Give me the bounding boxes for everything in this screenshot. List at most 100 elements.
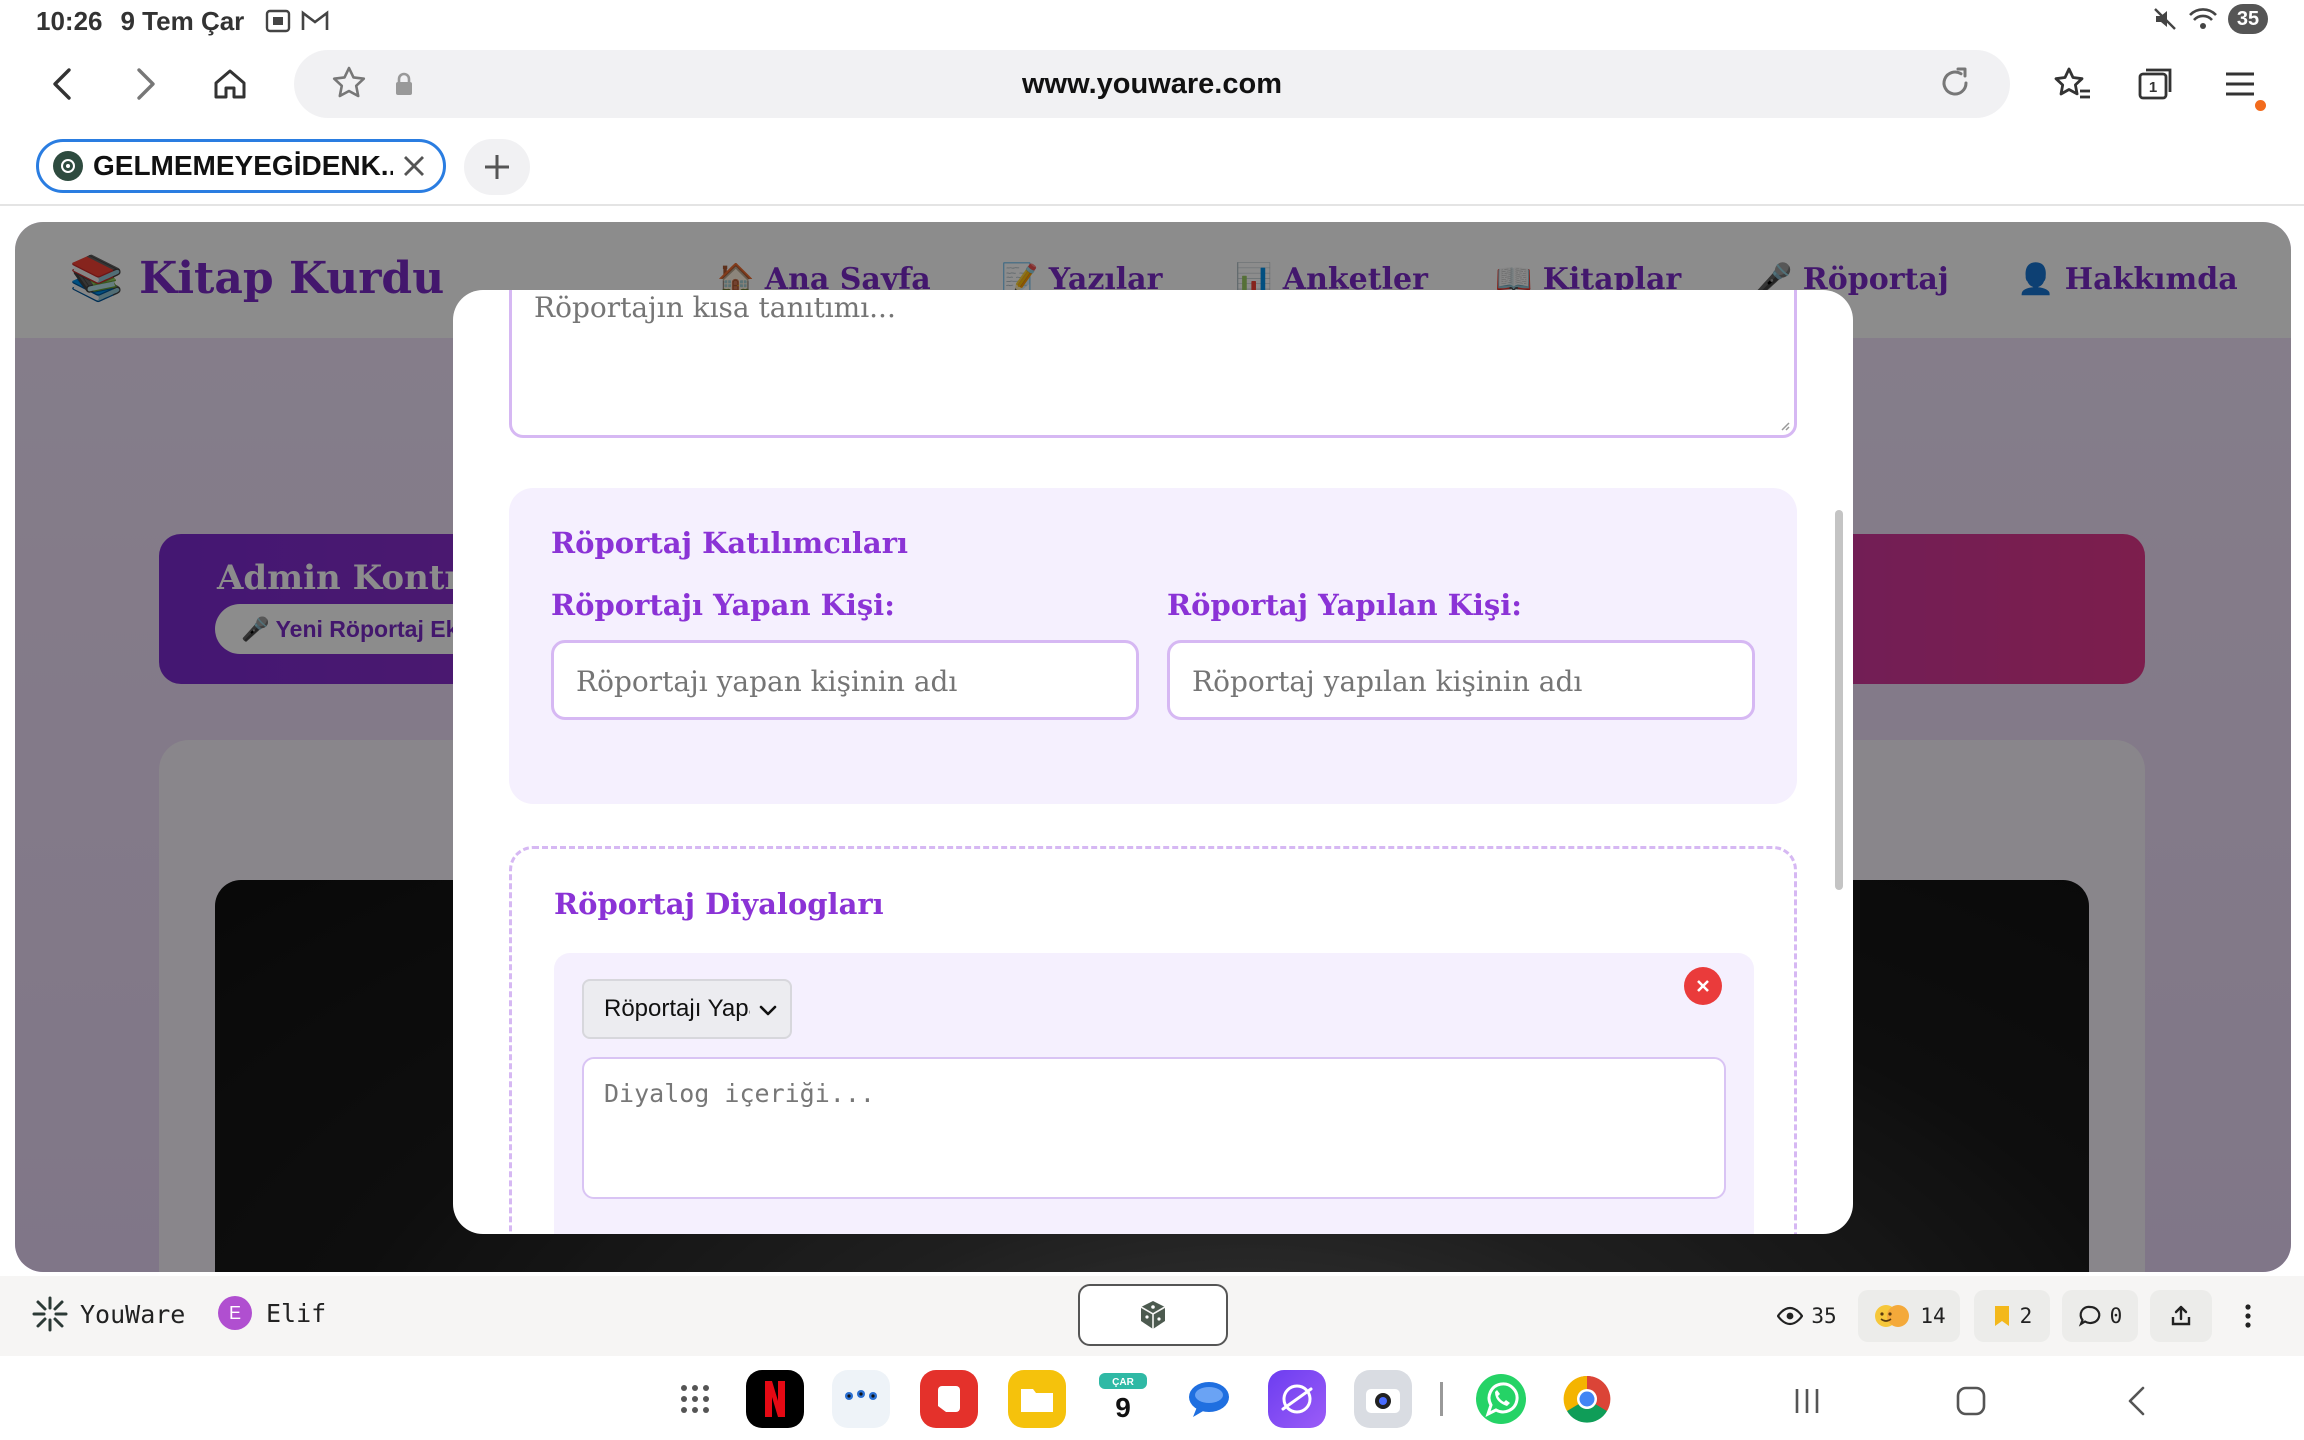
notes-icon (938, 1386, 960, 1412)
notes-app[interactable] (920, 1370, 978, 1428)
intro-textarea[interactable]: Röportajın kısa tanıtımı... (509, 290, 1797, 438)
battery-indicator: 35 (2228, 4, 2268, 34)
user-name: Elif (266, 1298, 327, 1328)
bookmarks-count: 2 (2019, 1304, 2033, 1328)
home-button[interactable] (198, 52, 262, 116)
more-vertical-icon (2245, 1304, 2251, 1328)
bookmarks-list-icon (2054, 67, 2090, 99)
tab-favicon-icon (53, 151, 83, 181)
speaker-select-value: Röportajı Yapan (604, 995, 750, 1022)
tab-title: GELMEMEYEGİDENK... (93, 150, 393, 181)
forward-icon (137, 68, 155, 100)
back-button[interactable] (30, 52, 94, 116)
home-icon (214, 69, 246, 99)
mute-icon (2152, 6, 2178, 32)
reload-icon[interactable] (1936, 64, 1974, 102)
interviewer-input[interactable]: Röportajı yapan kişinin adı (551, 640, 1139, 720)
status-time: 10:26 (36, 5, 103, 36)
whatsapp-icon (1476, 1374, 1526, 1424)
dice-icon (1140, 1301, 1166, 1329)
calendar-icon: ÇAR 9 (1099, 1373, 1147, 1423)
screenshot-icon (264, 8, 292, 34)
gmail-icon (300, 9, 330, 33)
chrome-app[interactable] (1558, 1370, 1616, 1428)
plus-icon (485, 155, 509, 179)
game-app-icon (845, 1390, 877, 1400)
views-count: 35 (1811, 1304, 1837, 1328)
recent-apps-icon (1795, 1389, 1819, 1413)
files-app[interactable] (1008, 1370, 1066, 1428)
participants-section: Röportaj Katılımcıları Röportajı Yapan K… (509, 488, 1797, 804)
new-tab-button[interactable] (464, 139, 530, 195)
speaker-select[interactable]: Röportajı Yapan (582, 979, 792, 1039)
wifi-icon (2188, 6, 2218, 32)
netflix-app[interactable] (746, 1370, 804, 1428)
calendar-day-label: ÇAR (1112, 1377, 1134, 1388)
browser-toolbar: www.youware.com 1 (0, 46, 2304, 122)
home-nav-icon (1956, 1386, 1986, 1416)
dialogs-title: Röportaj Diyalogları (554, 887, 884, 921)
user-info[interactable]: E Elif (218, 1296, 326, 1330)
url-text: www.youware.com (1022, 68, 1282, 100)
close-icon (1697, 980, 1709, 992)
comments-stat[interactable]: 0 (2062, 1290, 2138, 1342)
interviewee-input[interactable]: Röportaj yapılan kişinin adı (1167, 640, 1755, 720)
bookmark-icon (1994, 1306, 2009, 1326)
active-tab[interactable]: GELMEMEYEGİDENK... (36, 139, 446, 193)
reactions-stat[interactable]: 14 (1858, 1290, 1960, 1342)
interviewee-label: Röportaj Yapılan Kişi: (1167, 588, 1522, 622)
comment-icon (2078, 1305, 2101, 1327)
dialog-placeholder: Diyalog içeriği... (604, 1079, 875, 1108)
remix-button[interactable] (1078, 1284, 1228, 1346)
intro-placeholder: Röportajın kısa tanıtımı... (534, 291, 896, 324)
game-app[interactable] (832, 1370, 890, 1428)
youware-brand[interactable]: YouWare (30, 1294, 185, 1334)
tab-close-icon[interactable] (401, 153, 427, 179)
emoji-reactions-icon (1875, 1305, 1910, 1327)
interviewee-placeholder: Röportaj yapılan kişinin adı (1192, 665, 1583, 698)
modal-scrollbar[interactable] (1835, 510, 1843, 890)
views-stat[interactable]: 35 (1764, 1290, 1850, 1342)
tabs-button[interactable]: 1 (2124, 52, 2188, 116)
youware-logo-icon (32, 1296, 68, 1332)
whatsapp-app[interactable] (1472, 1370, 1530, 1428)
camera-icon (1366, 1389, 1400, 1413)
recent-apps-button[interactable] (1782, 1376, 1832, 1426)
dock-divider (1440, 1382, 1443, 1416)
add-interview-modal: Röportajın kısa tanıtımı... Röportaj Kat… (453, 290, 1853, 1234)
tab-strip: GELMEMEYEGİDENK... (0, 126, 2304, 206)
system-dock: ÇAR 9 (0, 1356, 2304, 1440)
resize-handle-icon[interactable] (1780, 421, 1790, 431)
home-nav-button[interactable] (1946, 1376, 1996, 1426)
forward-button[interactable] (114, 52, 178, 116)
comments-count: 0 (2109, 1304, 2123, 1328)
camera-app[interactable] (1354, 1370, 1412, 1428)
remove-dialog-button[interactable] (1684, 967, 1722, 1005)
dialog-textarea[interactable]: Diyalog içeriği... (582, 1057, 1726, 1199)
share-icon (2171, 1305, 2191, 1326)
calendar-day-number: 9 (1115, 1392, 1131, 1423)
calendar-app[interactable]: ÇAR 9 (1094, 1370, 1152, 1428)
bookmarks-stat[interactable]: 2 (1974, 1290, 2050, 1342)
more-options-button[interactable] (2222, 1290, 2274, 1342)
bookmarks-button[interactable] (2040, 52, 2104, 116)
notification-dot (2255, 100, 2266, 111)
share-button[interactable] (2150, 1290, 2212, 1342)
browser-app[interactable] (1268, 1370, 1326, 1428)
back-icon (53, 68, 71, 100)
avatar: E (218, 1296, 252, 1330)
back-nav-button[interactable] (2112, 1376, 2162, 1426)
app-drawer-button[interactable] (666, 1370, 724, 1428)
address-bar[interactable]: www.youware.com (294, 50, 2010, 118)
dialogs-section: Röportaj Diyalogları Röportajı Yapan Diy… (509, 846, 1797, 1234)
folder-icon (1021, 1389, 1053, 1412)
back-nav-icon (2128, 1386, 2145, 1416)
status-bar: 10:26 9 Tem Çar 35 (0, 0, 2304, 42)
samsung-internet-icon (1281, 1384, 1313, 1414)
hamburger-menu-icon (2226, 72, 2254, 96)
interviewer-label: Röportajı Yapan Kişi: (551, 588, 895, 622)
app-grid-icon (681, 1385, 709, 1413)
messages-app[interactable] (1180, 1370, 1238, 1428)
tab-count: 1 (2149, 79, 2157, 96)
chevron-down-icon (759, 1005, 777, 1016)
